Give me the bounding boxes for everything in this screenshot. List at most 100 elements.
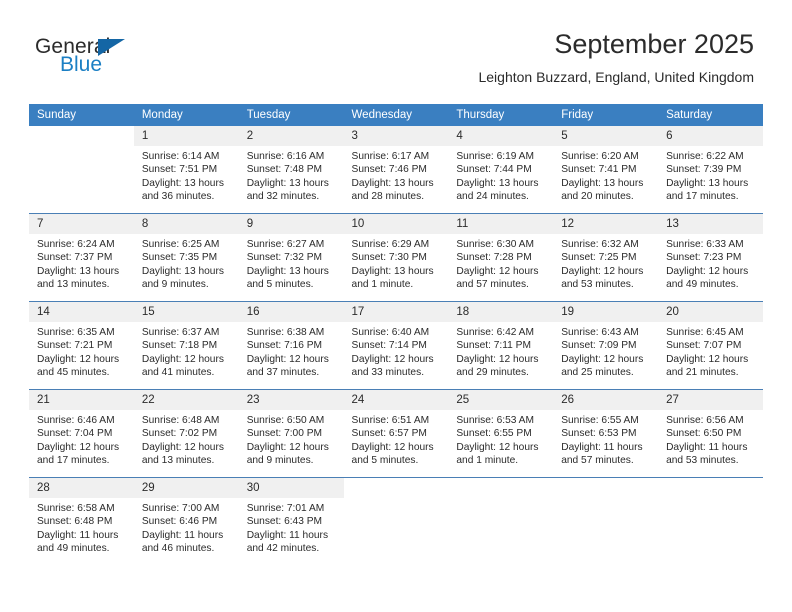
day-sun-info: Sunrise: 7:00 AM Sunset: 6:46 PM Daylight:… bbox=[134, 498, 239, 556]
day-sun-info: Sunrise: 6:27 AM Sunset: 7:32 PM Daylight:… bbox=[239, 234, 344, 292]
day-number bbox=[29, 126, 134, 146]
calendar-day-cell[interactable]: 28 Sunrise: 6:58 AM Sunset: 6:48 PM Dayligh… bbox=[29, 477, 134, 565]
weekday-header-row: Sunday Monday Tuesday Wednesday Thursday… bbox=[29, 104, 763, 126]
day-sun-info: Sunrise: 6:55 AM Sunset: 6:53 PM Daylight:… bbox=[553, 410, 658, 468]
calendar-day-cell[interactable]: 3 Sunrise: 6:17 AM Sunset: 7:46 PM Daylight… bbox=[343, 126, 449, 214]
calendar-day-cell[interactable]: 27 Sunrise: 6:56 AM Sunset: 6:50 PM Dayligh… bbox=[658, 389, 763, 478]
sunrise-time: Sunrise: 6:20 AM bbox=[561, 151, 639, 162]
calendar-day-cell[interactable]: 7 Sunrise: 6:24 AM Sunset: 7:37 PM Daylight… bbox=[29, 213, 134, 302]
sunset-time: Sunset: 7:35 PM bbox=[141, 252, 218, 264]
daylight-duration-line1: Daylight: 13 hours bbox=[456, 177, 539, 189]
sunset-time: Sunset: 7:32 PM bbox=[246, 252, 323, 264]
day-number: 30 bbox=[238, 478, 344, 498]
calendar-day-cell[interactable]: 15 Sunrise: 6:37 AM Sunset: 7:18 PM Dayligh… bbox=[133, 301, 239, 390]
daylight-duration-line1: Daylight: 12 hours bbox=[37, 441, 120, 453]
calendar-week-row: 1 Sunrise: 6:14 AM Sunset: 7:51 PM Daylight… bbox=[29, 126, 763, 214]
calendar-day-cell[interactable]: 4 Sunrise: 6:19 AM Sunset: 7:44 PM Daylight… bbox=[448, 126, 554, 214]
day-number: 23 bbox=[238, 390, 344, 410]
calendar-day-cell[interactable]: 22 Sunrise: 6:48 AM Sunset: 7:02 PM Dayligh… bbox=[133, 389, 239, 478]
calendar-day-cell[interactable]: 12 Sunrise: 6:32 AM Sunset: 7:25 PM Dayligh… bbox=[553, 213, 659, 302]
weekday-header-saturday: Saturday bbox=[658, 104, 763, 126]
daylight-duration-line2: and 45 minutes. bbox=[37, 367, 110, 379]
day-sun-info: Sunrise: 6:51 AM Sunset: 6:57 PM Daylight:… bbox=[344, 410, 449, 468]
calendar-day-cell[interactable]: 2 Sunrise: 6:16 AM Sunset: 7:48 PM Daylight… bbox=[238, 126, 344, 214]
daylight-duration-line2: and 57 minutes. bbox=[561, 455, 634, 467]
day-sun-info: Sunrise: 6:43 AM Sunset: 7:09 PM Daylight:… bbox=[553, 322, 658, 380]
daylight-duration-line1: Daylight: 13 hours bbox=[37, 265, 120, 277]
daylight-duration-line2: and 49 minutes. bbox=[37, 543, 110, 555]
day-number: 1 bbox=[133, 126, 239, 146]
daylight-duration-line2: and 33 minutes. bbox=[351, 367, 425, 379]
calendar-day-cell[interactable]: 13 Sunrise: 6:33 AM Sunset: 7:23 PM Dayligh… bbox=[658, 213, 763, 302]
sunset-time: Sunset: 6:43 PM bbox=[246, 516, 323, 528]
sunset-time: Sunset: 7:21 PM bbox=[37, 340, 113, 352]
daylight-duration-line1: Daylight: 12 hours bbox=[456, 441, 539, 453]
calendar-day-cell[interactable]: 1 Sunrise: 6:14 AM Sunset: 7:51 PM Daylight… bbox=[133, 126, 239, 214]
calendar-day-cell[interactable]: 8 Sunrise: 6:25 AM Sunset: 7:35 PM Daylight… bbox=[133, 213, 239, 302]
calendar-day-cell[interactable]: 6 Sunrise: 6:22 AM Sunset: 7:39 PM Daylight… bbox=[658, 126, 763, 214]
day-number: 5 bbox=[553, 126, 659, 146]
daylight-duration-line2: and 28 minutes. bbox=[351, 191, 425, 203]
calendar-day-cell[interactable]: 19 Sunrise: 6:43 AM Sunset: 7:09 PM Dayligh… bbox=[553, 301, 659, 390]
sunrise-time: Sunrise: 7:00 AM bbox=[141, 503, 220, 514]
weekday-header-sunday: Sunday bbox=[29, 104, 134, 126]
calendar-week-row: 14 Sunrise: 6:35 AM Sunset: 7:21 PM Dayligh… bbox=[29, 301, 763, 390]
day-number: 13 bbox=[658, 214, 763, 234]
day-number: 2 bbox=[238, 126, 344, 146]
calendar-day-cell[interactable]: 10 Sunrise: 6:29 AM Sunset: 7:30 PM Dayligh… bbox=[343, 213, 449, 302]
sunrise-time: Sunrise: 6:17 AM bbox=[351, 151, 430, 162]
calendar-day-cell[interactable]: 9 Sunrise: 6:27 AM Sunset: 7:32 PM Daylight… bbox=[238, 213, 344, 302]
day-number bbox=[553, 478, 658, 498]
daylight-duration-line1: Daylight: 11 hours bbox=[37, 529, 119, 541]
sunrise-time: Sunrise: 7:01 AM bbox=[246, 503, 325, 514]
sunrise-time: Sunrise: 6:50 AM bbox=[246, 415, 325, 426]
day-sun-info: Sunrise: 6:20 AM Sunset: 7:41 PM Daylight:… bbox=[553, 146, 658, 204]
sunset-time: Sunset: 7:00 PM bbox=[246, 428, 323, 440]
daylight-duration-line1: Daylight: 12 hours bbox=[141, 353, 224, 365]
calendar-week-row: 7 Sunrise: 6:24 AM Sunset: 7:37 PM Daylight… bbox=[29, 213, 763, 302]
daylight-duration-line1: Daylight: 13 hours bbox=[351, 265, 434, 277]
sunrise-time: Sunrise: 6:19 AM bbox=[456, 151, 534, 162]
daylight-duration-line1: Daylight: 11 hours bbox=[666, 441, 748, 453]
sunrise-time: Sunrise: 6:32 AM bbox=[561, 239, 639, 250]
sunrise-time: Sunrise: 6:16 AM bbox=[246, 151, 325, 162]
day-number: 21 bbox=[29, 390, 134, 410]
calendar-body: 1 Sunrise: 6:14 AM Sunset: 7:51 PM Daylight… bbox=[29, 126, 763, 565]
daylight-duration-line2: and 20 minutes. bbox=[561, 191, 634, 203]
title-block: September 2025 Leighton Buzzard, England… bbox=[478, 28, 754, 86]
calendar-day-cell[interactable]: 18 Sunrise: 6:42 AM Sunset: 7:11 PM Dayligh… bbox=[448, 301, 554, 390]
calendar-day-cell[interactable]: 16 Sunrise: 6:38 AM Sunset: 7:16 PM Dayligh… bbox=[238, 301, 344, 390]
calendar-day-cell[interactable]: 11 Sunrise: 6:30 AM Sunset: 7:28 PM Dayligh… bbox=[448, 213, 554, 302]
sunrise-time: Sunrise: 6:14 AM bbox=[141, 151, 220, 162]
calendar-day-cell[interactable]: 29 Sunrise: 7:00 AM Sunset: 6:46 PM Dayligh… bbox=[133, 477, 239, 565]
day-sun-info: Sunrise: 6:29 AM Sunset: 7:30 PM Daylight:… bbox=[344, 234, 449, 292]
sunset-time: Sunset: 7:04 PM bbox=[37, 428, 113, 440]
calendar-day-cell[interactable]: 21 Sunrise: 6:46 AM Sunset: 7:04 PM Dayligh… bbox=[29, 389, 134, 478]
calendar-day-cell[interactable]: 25 Sunrise: 6:53 AM Sunset: 6:55 PM Dayligh… bbox=[448, 389, 554, 478]
general-blue-logo[interactable]: General Blue bbox=[35, 36, 255, 86]
daylight-duration-line1: Daylight: 13 hours bbox=[246, 265, 329, 277]
day-number: 27 bbox=[658, 390, 763, 410]
sunrise-time: Sunrise: 6:22 AM bbox=[666, 151, 744, 162]
day-sun-info: Sunrise: 6:33 AM Sunset: 7:23 PM Daylight:… bbox=[658, 234, 763, 292]
calendar-day-cell[interactable]: 17 Sunrise: 6:40 AM Sunset: 7:14 PM Dayligh… bbox=[343, 301, 449, 390]
calendar-day-cell[interactable]: 24 Sunrise: 6:51 AM Sunset: 6:57 PM Dayligh… bbox=[343, 389, 449, 478]
calendar-day-cell[interactable]: 23 Sunrise: 6:50 AM Sunset: 7:00 PM Dayligh… bbox=[238, 389, 344, 478]
calendar-day-cell[interactable]: 30 Sunrise: 7:01 AM Sunset: 6:43 PM Dayligh… bbox=[238, 477, 344, 565]
day-sun-info: Sunrise: 6:48 AM Sunset: 7:02 PM Daylight:… bbox=[134, 410, 239, 468]
daylight-duration-line2: and 21 minutes. bbox=[666, 367, 739, 379]
sunrise-time: Sunrise: 6:24 AM bbox=[37, 239, 115, 250]
calendar-day-cell[interactable]: 14 Sunrise: 6:35 AM Sunset: 7:21 PM Dayligh… bbox=[29, 301, 134, 390]
day-sun-info: Sunrise: 6:45 AM Sunset: 7:07 PM Daylight:… bbox=[658, 322, 763, 380]
sunset-time: Sunset: 7:07 PM bbox=[666, 340, 742, 352]
day-sun-info: Sunrise: 6:22 AM Sunset: 7:39 PM Daylight:… bbox=[658, 146, 763, 204]
logo-text-blue: Blue bbox=[60, 53, 103, 76]
daylight-duration-line2: and 42 minutes. bbox=[246, 543, 320, 555]
day-number: 17 bbox=[343, 302, 449, 322]
day-number: 19 bbox=[553, 302, 659, 322]
calendar-day-cell[interactable]: 20 Sunrise: 6:45 AM Sunset: 7:07 PM Dayligh… bbox=[658, 301, 763, 390]
day-sun-info: Sunrise: 6:17 AM Sunset: 7:46 PM Daylight:… bbox=[344, 146, 449, 204]
calendar-day-cell[interactable]: 26 Sunrise: 6:55 AM Sunset: 6:53 PM Dayligh… bbox=[553, 389, 659, 478]
calendar-day-cell[interactable]: 5 Sunrise: 6:20 AM Sunset: 7:41 PM Daylight… bbox=[553, 126, 659, 214]
day-number bbox=[344, 478, 449, 498]
